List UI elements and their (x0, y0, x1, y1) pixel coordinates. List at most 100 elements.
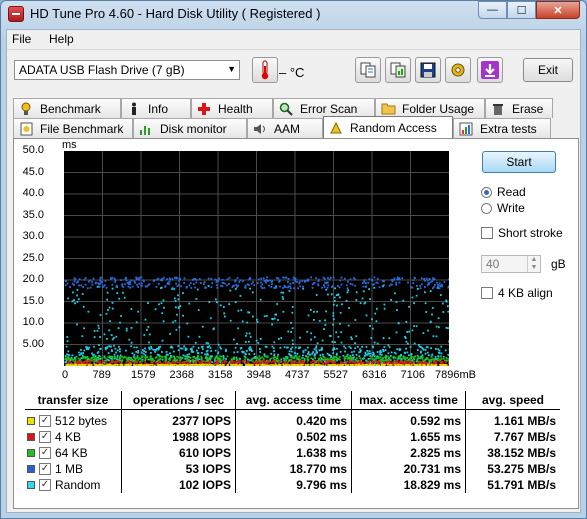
download-button[interactable] (477, 57, 503, 83)
series-checkbox[interactable]: ✓ (39, 415, 51, 427)
short-stroke-option[interactable]: Short stroke (481, 226, 563, 240)
tabs-top-row: Benchmark Info Health Error Scan Folder … (13, 98, 553, 118)
data-point (376, 307, 378, 310)
data-point (196, 288, 199, 291)
data-point (410, 364, 413, 366)
title-bar[interactable]: HD Tune Pro 4.60 - Hard Disk Utility ( R… (1, 1, 586, 29)
data-point (109, 364, 112, 366)
data-point (65, 345, 68, 348)
tab-info[interactable]: Info (121, 98, 191, 118)
tab-error-scan[interactable]: Error Scan (273, 98, 375, 118)
data-point (348, 307, 350, 309)
data-point (236, 358, 238, 361)
tab-benchmark[interactable]: Benchmark (13, 98, 121, 118)
tab-health[interactable]: Health (191, 98, 273, 118)
tab-extra-tests[interactable]: Extra tests (453, 118, 551, 138)
series-color-swatch (27, 465, 35, 473)
data-point (177, 294, 179, 297)
data-point (273, 364, 276, 367)
data-point (339, 322, 341, 325)
x-tick-label: 7106 (400, 369, 425, 381)
maximize-button[interactable]: ☐ (507, 1, 536, 19)
data-point (275, 286, 278, 289)
data-point (411, 329, 414, 332)
data-point (161, 351, 163, 353)
data-point (367, 364, 370, 367)
series-checkbox[interactable]: ✓ (39, 447, 51, 459)
data-point (315, 294, 318, 296)
transfer-size: 512 bytes (55, 414, 108, 428)
data-point (312, 351, 314, 353)
menu-help[interactable]: Help (49, 32, 74, 46)
data-point (167, 353, 169, 356)
save-button[interactable] (415, 57, 441, 83)
tab-disk-monitor[interactable]: Disk monitor (133, 118, 247, 138)
transfer-size: Random (55, 478, 101, 492)
data-point (77, 298, 80, 301)
data-point (333, 347, 336, 349)
tab-folder-usage[interactable]: Folder Usage (375, 98, 485, 118)
data-point (273, 317, 276, 320)
data-point (291, 346, 294, 349)
data-point (333, 359, 335, 361)
align-checkbox[interactable] (481, 287, 493, 299)
tab-erase[interactable]: Erase (485, 98, 553, 118)
data-point (332, 303, 335, 306)
series-checkbox[interactable]: ✓ (39, 463, 51, 475)
row-label: ✓ Random (25, 478, 121, 492)
data-point (194, 364, 197, 367)
data-point (266, 276, 268, 279)
options-button[interactable] (445, 57, 471, 83)
copy-text-button[interactable] (355, 57, 381, 83)
temperature-button[interactable] (252, 57, 278, 83)
data-point (147, 302, 149, 304)
data-point (296, 357, 299, 359)
data-point (128, 361, 130, 364)
data-point (314, 353, 317, 356)
data-point (292, 363, 295, 366)
copy-text-icon (360, 62, 376, 78)
short-stroke-checkbox[interactable] (481, 227, 493, 239)
spin-arrows-icon[interactable]: ▲ ▼ (527, 256, 540, 272)
copy-screenshot-button[interactable] (385, 57, 411, 83)
data-point (137, 364, 139, 367)
data-point (216, 287, 219, 289)
drive-select[interactable]: ADATA USB Flash Drive (7 gB) ▼ (14, 60, 240, 80)
data-point (339, 279, 342, 282)
data-point (269, 279, 271, 282)
exit-button[interactable]: Exit (523, 58, 573, 82)
read-radio[interactable] (481, 186, 492, 198)
data-point (127, 285, 130, 288)
data-point (398, 281, 401, 284)
data-point (248, 332, 251, 335)
tab-aam[interactable]: AAM (247, 118, 323, 138)
max-access-time: 1.655 ms (351, 429, 466, 445)
menu-file[interactable]: File (12, 32, 31, 46)
data-point (142, 279, 145, 282)
start-button[interactable]: Start (482, 151, 556, 173)
series-checkbox[interactable]: ✓ (39, 431, 51, 443)
data-point (234, 364, 237, 367)
data-point (161, 279, 163, 282)
data-point (200, 361, 203, 363)
data-point (373, 286, 376, 289)
write-radio[interactable] (481, 202, 492, 214)
data-point (374, 312, 377, 315)
data-point (238, 281, 241, 283)
data-point (190, 360, 193, 363)
series-checkbox[interactable]: ✓ (39, 479, 51, 491)
tab-file-benchmark[interactable]: File Benchmark (13, 118, 133, 138)
read-option[interactable]: Read (481, 185, 526, 199)
data-point (346, 291, 349, 294)
tab-random-access[interactable]: Random Access (323, 116, 453, 138)
write-option[interactable]: Write (481, 201, 525, 215)
close-button[interactable]: ✕ (536, 1, 580, 19)
short-stroke-spinbox[interactable]: 40 ▲ ▼ (481, 255, 541, 273)
data-point (408, 330, 410, 333)
data-point (222, 358, 225, 361)
minimize-button[interactable]: — (478, 1, 507, 19)
data-point (297, 287, 299, 290)
data-point (268, 364, 271, 367)
data-point (354, 319, 357, 321)
align-option[interactable]: 4 KB align (481, 286, 553, 300)
